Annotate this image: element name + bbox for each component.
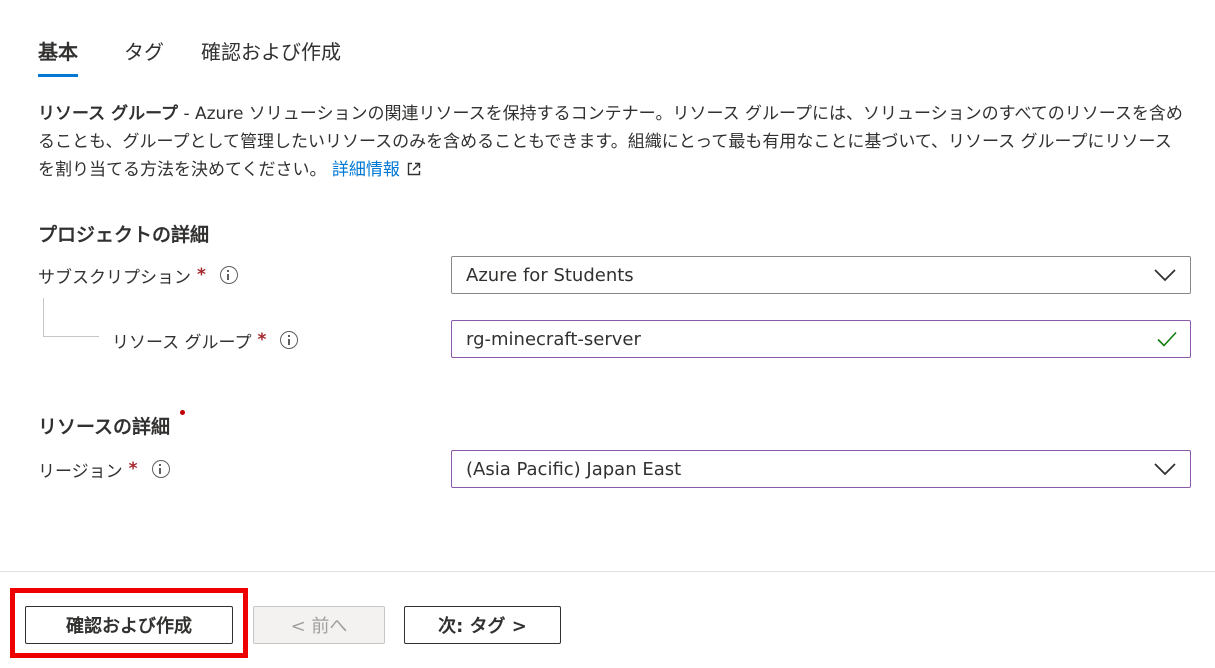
- tab-tags[interactable]: タグ: [124, 36, 164, 77]
- description-lead: リソース グループ: [38, 104, 179, 124]
- external-link-icon: [407, 162, 421, 176]
- info-icon[interactable]: [151, 460, 170, 478]
- resource-details-title: リソースの詳細: [38, 416, 171, 438]
- resource-group-description: リソース グループ - Azure ソリューションの関連リソースを保持するコンテ…: [38, 100, 1183, 184]
- learn-more-link[interactable]: 詳細情報: [332, 160, 422, 180]
- check-icon: [1157, 331, 1177, 347]
- project-details-title: プロジェクトの詳細: [38, 224, 210, 246]
- unsaved-indicator-dot: [180, 410, 185, 415]
- required-mark: *: [197, 265, 206, 285]
- required-mark: *: [257, 330, 267, 350]
- subscription-value: Azure for Students: [466, 264, 634, 286]
- region-label-row: リージョン *: [38, 457, 170, 482]
- region-label: リージョン: [38, 461, 123, 482]
- chevron-down-icon: [1154, 269, 1176, 282]
- region-dropdown[interactable]: (Asia Pacific) Japan East: [451, 450, 1191, 488]
- info-icon[interactable]: [280, 331, 299, 349]
- footer-divider: [0, 571, 1215, 572]
- subscription-label: サブスクリプション: [38, 267, 191, 288]
- required-mark: *: [128, 459, 138, 479]
- resource-group-label: リソース グループ: [112, 332, 252, 353]
- subscription-label-row: サブスクリプション *: [38, 263, 238, 288]
- next-tags-button[interactable]: 次: タグ >: [404, 606, 561, 644]
- tab-basics[interactable]: 基本: [38, 36, 78, 77]
- review-create-button[interactable]: 確認および作成: [25, 606, 233, 644]
- chevron-down-icon: [1154, 463, 1176, 476]
- info-icon[interactable]: [219, 266, 238, 284]
- resource-group-value: rg-minecraft-server: [466, 328, 641, 350]
- resource-group-combobox[interactable]: rg-minecraft-server: [451, 320, 1191, 358]
- previous-button[interactable]: < 前へ: [253, 606, 385, 644]
- description-text: - Azure ソリューションの関連リソースを保持するコンテナー。リソース グル…: [38, 104, 1183, 180]
- region-value: (Asia Pacific) Japan East: [466, 458, 682, 480]
- resource-group-label-row: リソース グループ *: [112, 328, 299, 353]
- tree-connector: [43, 298, 99, 337]
- tab-review-create[interactable]: 確認および作成: [201, 36, 341, 77]
- learn-more-label: 詳細情報: [331, 160, 400, 180]
- subscription-dropdown[interactable]: Azure for Students: [451, 256, 1191, 294]
- create-resource-page: 基本 タグ 確認および作成 リソース グループ - Azure ソリューションの…: [0, 0, 1215, 668]
